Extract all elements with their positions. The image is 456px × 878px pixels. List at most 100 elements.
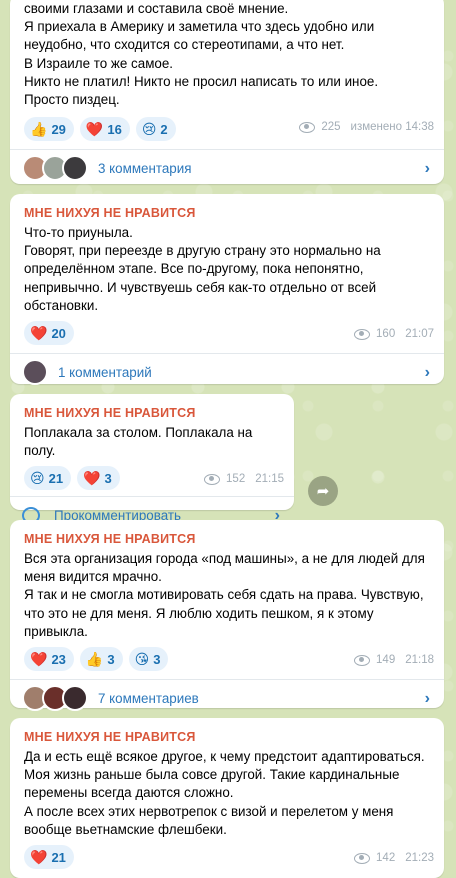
post-paragraph: Что-то приуныла.: [24, 225, 133, 240]
post-time: 21:07: [405, 328, 434, 341]
reaction-thumbs-up[interactable]: 👍 3: [79, 647, 123, 672]
view-count: 160: [376, 328, 396, 341]
reaction-count: 29: [51, 121, 66, 137]
post-text: Да и есть ещё всякое другое, к чему пред…: [24, 748, 430, 839]
post-text: Что-то приуныла. Говорят, при переезде в…: [24, 224, 430, 315]
reactions: 😢 21 ❤️ 3: [24, 466, 120, 491]
post-stats: 152 21:15: [204, 473, 284, 485]
share-button[interactable]: ➦: [308, 476, 338, 506]
eye-icon: [204, 473, 221, 485]
post-paragraph: Да и есть ещё всякое другое, к чему пред…: [24, 749, 425, 764]
reaction-crying[interactable]: 😢 2: [135, 117, 176, 142]
post-text: Поплакала за столом. Поплакала на полу.: [24, 424, 280, 460]
reaction-crying[interactable]: 😢 21: [24, 466, 72, 491]
comments-label: 1 комментарий: [58, 364, 152, 380]
reaction-count: 21: [51, 849, 66, 865]
reaction-count: 21: [48, 470, 64, 486]
reaction-heart[interactable]: ❤️ 16: [79, 117, 130, 142]
eye-icon: [299, 121, 316, 133]
post-paragraph: Вся эта организация города «под машины»,…: [24, 551, 425, 585]
post-paragraph: Я приехала в Америку и заметила что здес…: [24, 19, 375, 53]
post-time: изменено 14:38: [350, 121, 434, 134]
post-card: МНЕ НИХУЯ НЕ НРАВИТСЯ Вся эта организаци…: [10, 520, 444, 712]
post-paragraph: Просто пиздец.: [24, 92, 120, 108]
heart-icon: ❤️: [85, 121, 104, 138]
arrow-share-icon: ➦: [316, 483, 330, 500]
chevron-right-icon: ›: [424, 364, 430, 382]
reaction-heart[interactable]: ❤️ 21: [24, 845, 74, 870]
post-time: 21:15: [255, 473, 284, 486]
commenter-avatars: [22, 359, 48, 386]
post-meta: 😢 21 ❤️ 3 152 21:15: [10, 464, 294, 492]
post-meta: ❤️ 20 160 21:07: [10, 319, 444, 347]
post-text: своими глазами и составила своё мнение. …: [10, 0, 444, 109]
kissing-face-icon: 😘: [134, 651, 150, 668]
post-stats: 225 изменено 14:38: [299, 121, 434, 133]
thumbs-up-icon: 👍: [85, 651, 104, 668]
chevron-right-icon: ›: [424, 690, 430, 708]
reactions: ❤️ 20: [24, 321, 74, 346]
post-paragraph: Моя жизнь раньше была совсе другой. Таки…: [24, 767, 400, 801]
reactions: 👍 29 ❤️ 16 😢 2: [24, 117, 176, 142]
channel-name[interactable]: МНЕ НИХУЯ НЕ НРАВИТСЯ: [24, 718, 430, 744]
post-card: своими глазами и составила своё мнение. …: [10, 0, 444, 184]
post-meta: 👍 29 ❤️ 16 😢 2 225 изменено 14:38: [10, 115, 444, 143]
post-meta: ❤️ 23 👍 3 😘 3 149 21:18: [10, 645, 444, 673]
channel-name[interactable]: МНЕ НИХУЯ НЕ НРАВИТСЯ: [24, 520, 430, 546]
reaction-heart[interactable]: ❤️ 23: [24, 647, 74, 672]
post-paragraph: А после всех этих нервотрепок с визой и …: [24, 803, 394, 837]
post-paragraph: Никто не платил! Никто не просил написат…: [24, 73, 379, 89]
comments-label: 7 комментариев: [98, 690, 199, 706]
post-stats: 160 21:07: [354, 328, 434, 340]
avatar: [22, 359, 48, 386]
crying-face-icon: 😢: [30, 470, 45, 487]
commenter-avatars: [22, 685, 88, 712]
post-paragraph: Говорят, при переезде в другую страну эт…: [24, 243, 381, 313]
heart-icon: ❤️: [30, 651, 48, 668]
post-card: МНЕ НИХУЯ НЕ НРАВИТСЯ Поплакала за столо…: [10, 394, 294, 524]
comments-button[interactable]: 3 комментария ›: [10, 150, 444, 186]
view-count: 142: [376, 852, 396, 865]
avatar: [62, 685, 88, 712]
crying-face-icon: 😢: [141, 121, 157, 138]
reactions: ❤️ 23 👍 3 😘 3: [24, 647, 169, 672]
post-paragraph: В Израиле то же самое.: [24, 55, 174, 71]
heart-icon: ❤️: [30, 849, 48, 866]
avatar: [62, 155, 88, 182]
post-stats: 149 21:18: [354, 654, 434, 666]
eye-icon: [354, 328, 371, 340]
comments-label: 3 комментария: [98, 160, 192, 176]
reactions: ❤️ 21: [24, 845, 74, 870]
reaction-heart[interactable]: ❤️ 20: [24, 321, 74, 346]
channel-name[interactable]: МНЕ НИХУЯ НЕ НРАВИТСЯ: [24, 394, 280, 420]
reaction-count: 2: [160, 121, 168, 137]
post-time: 21:18: [405, 654, 434, 667]
post-time: 21:23: [405, 852, 434, 865]
reaction-count: 3: [153, 651, 161, 667]
reaction-count: 3: [104, 470, 112, 486]
channel-name[interactable]: МНЕ НИХУЯ НЕ НРАВИТСЯ: [24, 194, 430, 220]
comments-button[interactable]: 1 комментарий ›: [10, 354, 444, 390]
post-card: МНЕ НИХУЯ НЕ НРАВИТСЯ Что-то приуныла. Г…: [10, 194, 444, 386]
eye-icon: [354, 654, 371, 666]
chevron-right-icon: ›: [424, 160, 430, 178]
reaction-thumbs-up[interactable]: 👍 29: [24, 117, 74, 142]
heart-icon: ❤️: [83, 470, 101, 487]
reaction-count: 16: [107, 121, 122, 137]
comments-button[interactable]: 7 комментариев ›: [10, 680, 444, 716]
reaction-heart[interactable]: ❤️ 3: [77, 466, 120, 491]
post-card: МНЕ НИХУЯ НЕ НРАВИТСЯ Да и есть ещё всяк…: [10, 718, 444, 878]
reaction-count: 20: [51, 325, 66, 341]
post-text: Вся эта организация города «под машины»,…: [24, 550, 430, 641]
reaction-kiss[interactable]: 😘 3: [128, 647, 169, 672]
commenter-avatars: [22, 155, 88, 182]
post-paragraph: Поплакала за столом. Поплакала на полу.: [24, 425, 253, 459]
heart-icon: ❤️: [30, 325, 48, 342]
view-count: 152: [226, 473, 246, 486]
reaction-count: 23: [51, 651, 66, 667]
view-count: 225: [321, 121, 341, 134]
reaction-count: 3: [107, 651, 115, 667]
thumbs-up-icon: 👍: [30, 121, 48, 138]
eye-icon: [354, 852, 371, 864]
post-paragraph: своими глазами и составила своё мнение.: [24, 1, 289, 16]
